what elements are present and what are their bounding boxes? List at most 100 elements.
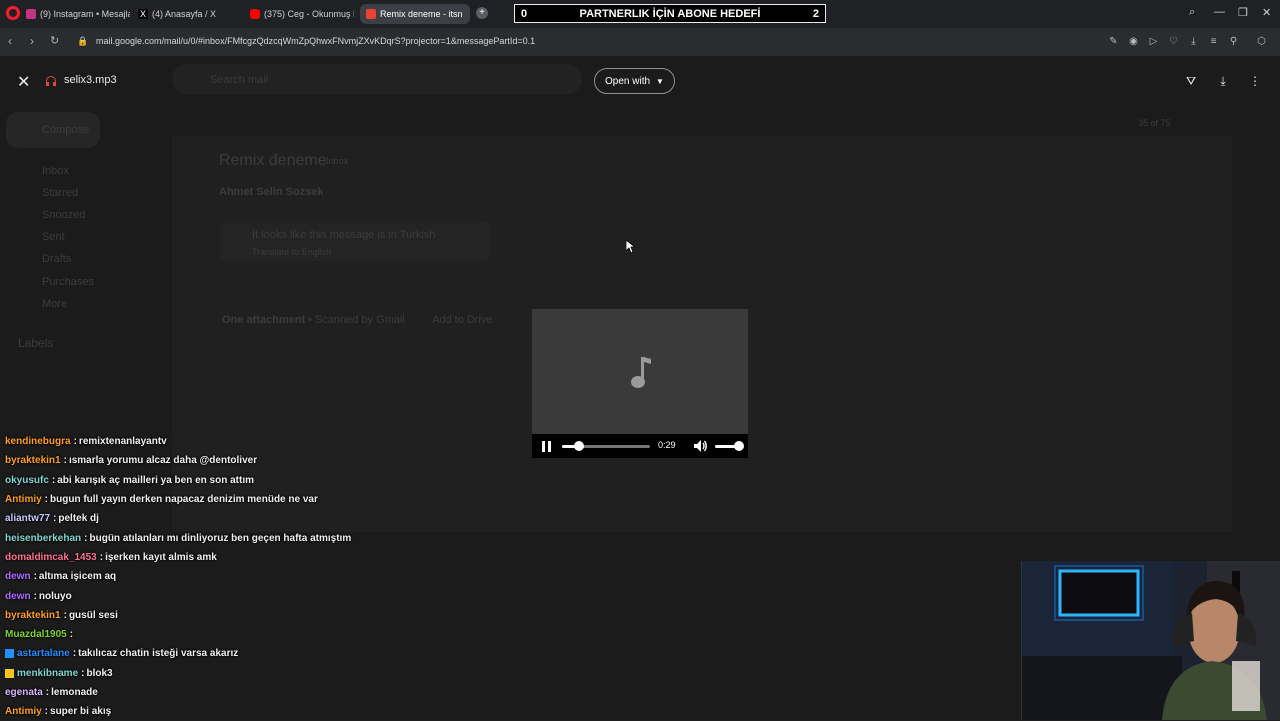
tab-x[interactable]: X (4) Anasayfa / X bbox=[138, 4, 242, 24]
chat-text: peltek dj bbox=[58, 513, 99, 525]
profile-icon[interactable]: ⚲ bbox=[1228, 36, 1239, 47]
chat-username: menkibname bbox=[17, 667, 79, 679]
chat-message: dewn: altıma işicem aq bbox=[5, 567, 425, 586]
chat-username: byraktekin1 bbox=[5, 455, 61, 467]
nav-drafts: Drafts bbox=[42, 253, 72, 265]
forward-icon[interactable]: › bbox=[30, 34, 34, 48]
chat-message: aliantw77: peltek dj bbox=[5, 509, 425, 528]
url-field[interactable]: mail.google.com/mail/u/0/#inbox/FMfcgzQd… bbox=[96, 36, 535, 46]
seek-handle[interactable] bbox=[573, 441, 584, 451]
volume-handle[interactable] bbox=[734, 441, 744, 451]
chat-message: kendinebugra: remixtenanlayantv bbox=[5, 432, 425, 451]
more-options-icon[interactable]: ⋮ bbox=[1247, 73, 1263, 89]
tab-label: (4) Anasayfa / X bbox=[152, 9, 217, 19]
tab-gmail-active[interactable]: Remix deneme - itsn bbox=[360, 4, 470, 24]
tab-youtube[interactable]: (375) Ceg - Okunmuş Pir bbox=[250, 4, 354, 24]
audio-file-icon bbox=[46, 76, 56, 86]
chat-text: gusül sesi bbox=[68, 609, 118, 621]
chat-username: egenata bbox=[5, 687, 43, 698]
reload-icon[interactable]: ↻ bbox=[50, 34, 59, 47]
mouse-cursor-icon bbox=[626, 240, 635, 254]
tab-label: (9) Instagram • Mesajlar bbox=[40, 9, 130, 19]
chat-text: remixtenanlayantv bbox=[78, 436, 167, 448]
chat-message: byraktekin1: ısmarla yorumu alcaz daha @… bbox=[5, 451, 425, 470]
menu-icon[interactable]: ≡ bbox=[1208, 36, 1219, 47]
chat-message: okyusufc: abi karışık aç mailleri ya ben… bbox=[5, 471, 425, 490]
chat-separator: : bbox=[63, 455, 67, 467]
seek-bar[interactable] bbox=[562, 441, 650, 451]
chat-separator: : bbox=[73, 436, 77, 448]
play-icon[interactable]: ▷ bbox=[1148, 36, 1159, 47]
edit-icon[interactable]: ✎ bbox=[1108, 36, 1119, 47]
opera-logo-icon[interactable] bbox=[6, 6, 20, 20]
maximize-icon[interactable]: ❐ bbox=[1238, 6, 1248, 19]
caret-down-icon: ▼ bbox=[656, 76, 664, 86]
chat-separator: : bbox=[44, 706, 49, 718]
chat-separator: : bbox=[63, 609, 67, 621]
minimize-icon[interactable]: — bbox=[1214, 6, 1225, 18]
youtube-icon bbox=[250, 9, 260, 19]
chat-separator: : bbox=[84, 532, 88, 544]
nav-sent: Sent bbox=[42, 231, 65, 243]
new-tab-button[interactable]: + bbox=[476, 7, 488, 19]
tab-label: Remix deneme - itsn bbox=[380, 9, 463, 19]
chat-separator: : bbox=[53, 513, 57, 525]
close-window-icon[interactable]: ✕ bbox=[1262, 6, 1271, 19]
chat-message: dewn: noluyo bbox=[5, 586, 425, 605]
subject: Remix deneme bbox=[219, 152, 327, 169]
camera-icon[interactable]: ◉ bbox=[1128, 36, 1139, 47]
chat-username: Antimiy bbox=[5, 494, 42, 506]
audio-player: 0:29 bbox=[532, 309, 748, 458]
nav-snoozed: Snoozed bbox=[42, 209, 86, 221]
subscriber-goal-banner: 0 PARTNERLIK İÇİN ABONE HEDEFİ 2 bbox=[514, 4, 826, 23]
chat-separator: : bbox=[51, 474, 56, 486]
translate-sub: Translate to English bbox=[252, 247, 332, 257]
back-icon[interactable]: ‹ bbox=[8, 34, 12, 48]
chat-separator: : bbox=[69, 629, 74, 641]
current-time: 0:29 bbox=[658, 440, 676, 450]
download-icon[interactable]: ⤓ bbox=[1188, 36, 1199, 47]
chat-message: egenata: lemonade bbox=[5, 683, 425, 702]
nav-inbox: Inbox bbox=[42, 165, 69, 177]
chat-separator: : bbox=[44, 494, 49, 506]
download-file-icon[interactable]: ⤓ bbox=[1215, 73, 1231, 89]
banner-title: PARTNERLIK İÇİN ABONE HEDEFİ bbox=[579, 7, 761, 20]
streamer-webcam-image bbox=[1022, 561, 1280, 720]
chat-separator: : bbox=[81, 667, 85, 679]
close-icon[interactable]: ✕ bbox=[17, 72, 30, 92]
banner-right-value: 2 bbox=[812, 7, 819, 20]
nav-more: More bbox=[42, 298, 68, 310]
message-counter: 35 of 75 bbox=[1138, 118, 1171, 128]
extensions-icon[interactable]: ⬡ bbox=[1256, 36, 1267, 47]
search-tabs-icon[interactable]: ⌕ bbox=[1189, 6, 1195, 19]
chat-message: Muazdal1905: bbox=[5, 625, 425, 644]
chat-username: Antimiy bbox=[5, 706, 42, 718]
add-to-drive: Add to Drive bbox=[432, 314, 493, 326]
player-artwork bbox=[532, 309, 748, 434]
chat-separator: : bbox=[72, 648, 77, 660]
attachment-label: One attachment bbox=[222, 314, 306, 326]
chat-username: Muazdal1905 bbox=[5, 629, 67, 641]
pause-button[interactable] bbox=[542, 441, 552, 452]
labels-heading: Labels bbox=[18, 336, 54, 350]
nav-starred: Starred bbox=[42, 187, 79, 199]
chat-username: dewn bbox=[5, 571, 31, 583]
chat-message: Antimiy: bugun full yayın derken napacaz… bbox=[5, 490, 425, 509]
volume-icon[interactable] bbox=[693, 439, 707, 453]
tab-instagram[interactable]: (9) Instagram • Mesajlar bbox=[26, 4, 130, 24]
file-name: selix3.mp3 bbox=[64, 74, 117, 86]
chat-username: aliantw77 bbox=[5, 513, 51, 525]
compose-label: Compose bbox=[42, 124, 90, 136]
scanned-label: • Scanned by Gmail bbox=[308, 314, 405, 326]
chat-message: domaldimcak_1453: işerken kayıt almis am… bbox=[5, 548, 425, 567]
add-to-drive-icon[interactable]: ⛛ bbox=[1183, 73, 1199, 89]
x-logo-icon: X bbox=[138, 9, 148, 19]
inbox-tag: Inbox bbox=[326, 156, 349, 166]
chat-username: byraktekin1 bbox=[5, 609, 61, 621]
chat-badge-icon bbox=[5, 668, 14, 678]
heart-icon[interactable]: ♡ bbox=[1168, 36, 1179, 47]
chat-separator: : bbox=[33, 571, 37, 583]
chat-text: super bi akış bbox=[50, 706, 112, 718]
open-with-button[interactable]: Open with ▼ bbox=[594, 68, 675, 94]
chat-separator: : bbox=[33, 590, 37, 602]
